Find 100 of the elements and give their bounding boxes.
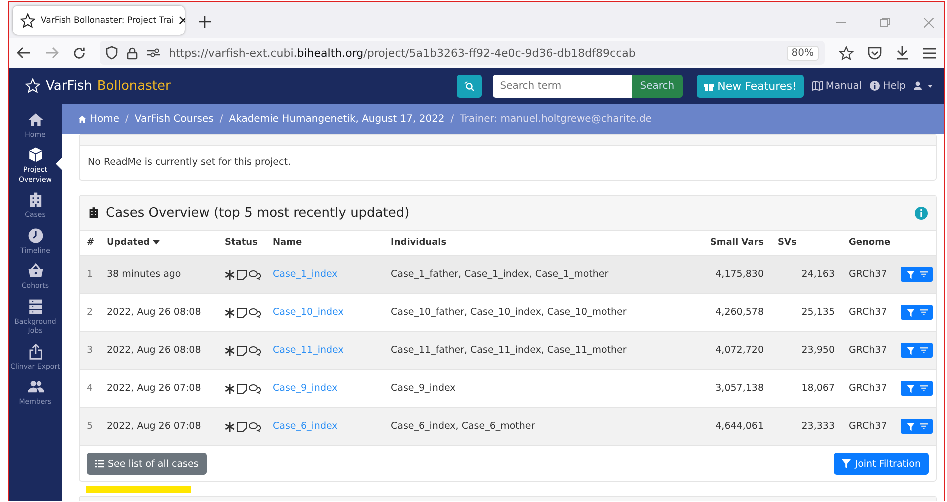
table-cell-text: 2022, Aug 26 08:08: [107, 345, 202, 356]
table-cell-text: Case_1_father, Case_1_index, Case_1_mother: [391, 269, 610, 280]
brand-suffix[interactable]: Bollonaster: [97, 78, 171, 94]
case-link[interactable]: Case_11_index: [273, 345, 391, 356]
breadcrumb-separator: /: [220, 114, 224, 124]
logo-star-icon: [25, 78, 41, 94]
table-cell-text: 3,057,138: [714, 383, 764, 394]
new-features-button[interactable]: New Features!: [696, 74, 804, 98]
search-field[interactable]: Search term: [493, 74, 632, 98]
joint-filtration-button[interactable]: Joint Filtration: [834, 453, 929, 475]
filter-button[interactable]: [901, 305, 933, 320]
table-cell-text: Case_9_index: [391, 383, 457, 394]
address-bar[interactable]: https://varfish-ext.cubi.bihealth.org/project/5a1b3263-ff92-4e0c-9d36-db18df89ccab 80%: [100, 41, 825, 65]
pocket-icon[interactable]: [868, 46, 882, 60]
breadcrumb-separator: /: [126, 114, 129, 124]
filter-button[interactable]: [901, 267, 933, 282]
note-icon: [237, 270, 247, 280]
filter-button[interactable]: [901, 419, 933, 434]
sort-icon: [920, 271, 928, 278]
brand-name[interactable]: VarFish: [46, 78, 92, 94]
asterisk-icon: [225, 346, 235, 356]
filter-icon: [906, 308, 914, 316]
asterisk-icon: [225, 308, 235, 318]
zoom-level[interactable]: 80%: [786, 46, 819, 60]
filter-button[interactable]: [901, 381, 933, 396]
asterisk-icon: [225, 422, 235, 432]
timeline-icon: [28, 228, 44, 244]
info-icon[interactable]: [915, 206, 928, 220]
browser-tab[interactable]: VarFish Bollonaster: Project Trai: [13, 6, 185, 35]
column-header: Name: [273, 238, 304, 248]
table-cell-text: 2022, Aug 26 07:08: [107, 383, 202, 394]
sort-icon: [920, 309, 928, 316]
cases-icon: [28, 192, 44, 208]
map-icon: [812, 81, 823, 91]
sort-icon: [920, 385, 928, 392]
user-menu-icon[interactable]: [914, 81, 934, 91]
help-link[interactable]: Help: [870, 80, 906, 92]
home-icon: [78, 114, 87, 124]
breadcrumb-link[interactable]: VarFish Courses: [134, 114, 214, 124]
note-icon: [237, 384, 247, 394]
row-number: 2: [87, 307, 94, 318]
project-icon: [28, 147, 44, 164]
table-cell-text: GRCh37: [848, 421, 888, 432]
comment-icon: [249, 308, 261, 318]
case-link[interactable]: Case_6_index: [273, 421, 391, 432]
export-icon: [28, 344, 44, 360]
comment-icon: [249, 422, 261, 432]
note-icon: [237, 346, 247, 356]
comment-icon: [249, 384, 261, 394]
back-arrow-icon[interactable]: [17, 47, 31, 59]
star-icon: [20, 12, 36, 28]
building-icon: [88, 207, 100, 219]
column-header: SVs: [777, 238, 798, 248]
table-cell-text: 4,175,830: [714, 269, 764, 280]
sort-icon: [920, 423, 928, 430]
permissions-icon[interactable]: [147, 48, 160, 58]
table-cell-text: Case_6_index, Case_6_mother: [391, 421, 536, 432]
new-tab-icon[interactable]: [199, 16, 211, 28]
download-icon[interactable]: [896, 46, 909, 60]
manual-link[interactable]: Manual: [812, 80, 862, 92]
column-header: Small Vars: [709, 238, 764, 248]
readme-text: No ReadMe is currently set for this project.: [88, 157, 291, 168]
see-all-cases-button[interactable]: See list of all cases: [87, 453, 207, 475]
case-link[interactable]: Case_1_index: [273, 269, 391, 280]
gift-icon: [704, 81, 714, 91]
column-header[interactable]: Updated: [107, 238, 225, 248]
filter-button[interactable]: [901, 343, 933, 358]
breadcrumb-separator: /: [450, 114, 454, 124]
row-number: 1: [87, 269, 94, 280]
table-cell-text: 24,163: [800, 269, 835, 280]
table-cell-text: 4,644,061: [714, 421, 764, 432]
breadcrumb-text: Trainer: manuel.holtgrewe@charite.de: [460, 114, 652, 124]
row-number: 3: [87, 345, 94, 356]
reload-icon[interactable]: [73, 46, 86, 60]
breadcrumb-link[interactable]: Home: [78, 114, 120, 124]
column-header: Status: [225, 238, 259, 248]
list-icon: [95, 460, 104, 468]
note-icon: [237, 308, 247, 318]
info-icon: [870, 81, 880, 91]
menu-icon[interactable]: [923, 48, 936, 58]
column-header: Individuals: [391, 238, 448, 248]
sort-caret-icon: [153, 240, 160, 245]
asterisk-icon: [225, 270, 235, 280]
breadcrumb-link[interactable]: Akademie Humangenetik, August 17, 2022: [229, 114, 445, 124]
table-cell-text: GRCh37: [848, 383, 888, 394]
search-button[interactable]: Search: [632, 74, 683, 98]
search-options-button[interactable]: [457, 74, 482, 98]
table-cell-text: GRCh37: [848, 307, 888, 318]
note-icon: [237, 422, 247, 432]
star-icon[interactable]: [839, 46, 854, 60]
comment-icon: [249, 346, 261, 356]
table-cell-text: 38 minutes ago: [107, 269, 182, 280]
filter-icon: [906, 270, 914, 278]
filter-icon: [906, 346, 914, 354]
case-link[interactable]: Case_10_index: [273, 307, 391, 318]
card-title: Cases Overview (top 5 most recently updated): [106, 206, 410, 220]
table-cell-text: 4,260,578: [714, 307, 764, 318]
row-number: 5: [87, 421, 94, 432]
case-link[interactable]: Case_9_index: [273, 383, 391, 394]
table-cell-text: 4,072,720: [714, 345, 764, 356]
